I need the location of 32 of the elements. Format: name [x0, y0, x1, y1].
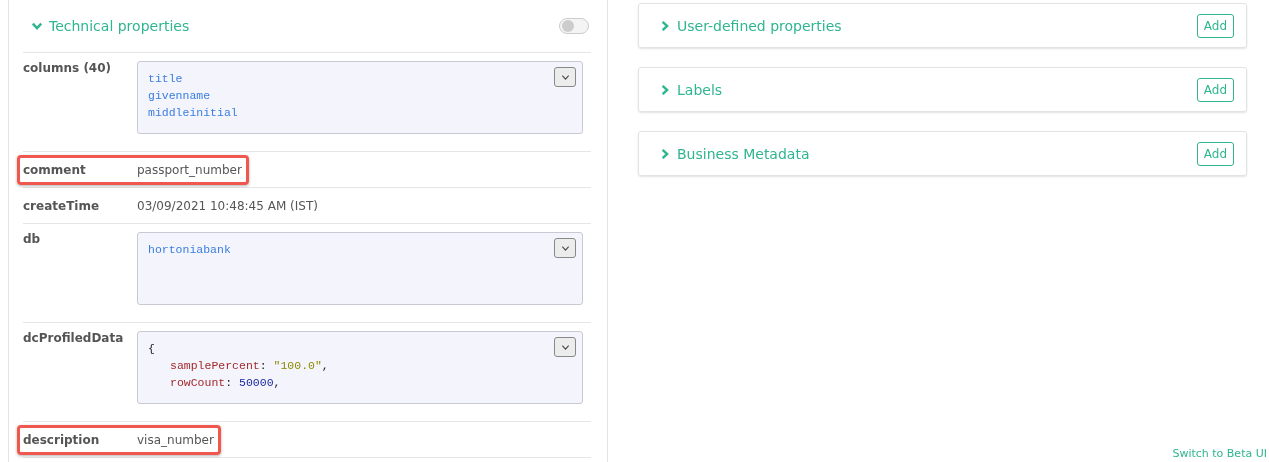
property-name: comment — [23, 162, 87, 177]
property-value: 03/09/2021 10:48:45 AM (IST) — [137, 198, 318, 213]
toggle-switch[interactable] — [559, 18, 589, 34]
code-line: { — [148, 341, 155, 357]
add-button[interactable]: Add — [1196, 77, 1234, 102]
code-line: title — [148, 71, 183, 87]
chevron-down-icon — [31, 20, 43, 32]
expand-button[interactable] — [554, 337, 576, 357]
property-name: dcProfiledData — [23, 331, 125, 347]
property-value: passport_number — [137, 162, 242, 177]
code-line: middleinitial — [148, 105, 238, 121]
property-name: description — [23, 432, 101, 447]
property-value: visa_number — [137, 432, 214, 447]
add-button[interactable]: Add — [1196, 141, 1234, 166]
chevron-right-icon — [659, 147, 671, 160]
section-header[interactable]: Technical properties — [31, 18, 190, 34]
code-line: hortoniabank — [148, 242, 231, 258]
code-line: rowCount: 50000, — [169, 375, 281, 391]
chevron-right-icon — [659, 19, 671, 32]
code-line: givenname — [148, 88, 211, 104]
section-header[interactable]: Business Metadata — [659, 145, 810, 162]
expand-button[interactable] — [554, 67, 576, 87]
chevron-right-icon — [659, 83, 671, 96]
section-header[interactable]: User-defined properties — [659, 17, 842, 34]
switch-ui-link[interactable]: Switch to Beta UI — [1172, 447, 1267, 460]
add-button[interactable]: Add — [1196, 13, 1234, 38]
expand-button[interactable] — [554, 238, 576, 258]
property-name: columns (40) — [23, 61, 113, 77]
section-header[interactable]: Labels — [659, 81, 723, 98]
property-name: createTime — [23, 198, 101, 213]
property-name: db — [23, 232, 42, 248]
code-line: samplePercent: "100.0", — [169, 358, 329, 374]
